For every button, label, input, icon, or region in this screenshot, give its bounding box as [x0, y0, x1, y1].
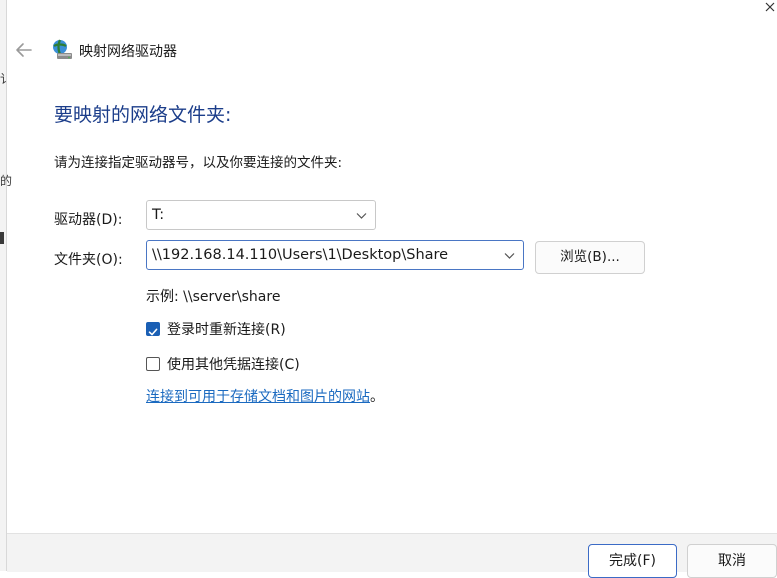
arrow-left-icon	[16, 43, 32, 57]
reconnect-checkbox[interactable]	[146, 322, 160, 336]
reconnect-checkbox-row[interactable]: 登录时重新连接(R)	[146, 319, 286, 339]
reconnect-label: 登录时重新连接(R)	[167, 322, 286, 338]
cancel-button[interactable]: 取消	[687, 544, 777, 578]
drive-select[interactable]: T:	[146, 200, 376, 230]
chevron-down-icon[interactable]	[504, 250, 515, 261]
other-credentials-checkbox[interactable]	[146, 357, 160, 371]
credentials-checkbox-row[interactable]: 使用其他凭据连接(C)	[146, 354, 300, 374]
background-window-edge: 讠 的	[0, 0, 12, 571]
background-text-fragment: 的	[0, 174, 13, 188]
chevron-down-icon	[356, 213, 367, 219]
website-storage-link[interactable]: 连接到可用于存储文档和图片的网站	[146, 389, 370, 405]
example-text: 示例: \\server\share	[146, 289, 281, 305]
window-title: 映射网络驱动器	[79, 44, 177, 60]
folder-input[interactable]: \\192.168.14.110\Users\1\Desktop\Share	[146, 240, 524, 270]
drive-label: 驱动器(D):	[54, 212, 123, 228]
close-button[interactable]	[755, 0, 777, 22]
background-text-fragment: 讠	[0, 72, 13, 86]
browse-button[interactable]: 浏览(B)...	[535, 241, 645, 274]
website-link-row: 连接到可用于存储文档和图片的网站。	[146, 386, 384, 406]
drive-select-value: T:	[152, 207, 165, 223]
network-drive-icon	[50, 38, 74, 62]
page-heading: 要映射的网络文件夹:	[54, 104, 232, 126]
back-button[interactable]	[14, 40, 34, 60]
other-credentials-label: 使用其他凭据连接(C)	[167, 357, 300, 373]
finish-button[interactable]: 完成(F)	[588, 544, 677, 578]
instruction-text: 请为连接指定驱动器号，以及你要连接的文件夹:	[54, 155, 343, 171]
folder-label: 文件夹(O):	[54, 252, 123, 268]
folder-input-value: \\192.168.14.110\Users\1\Desktop\Share	[152, 247, 449, 263]
checkmark-icon	[148, 328, 158, 336]
background-edge-mark	[0, 232, 4, 244]
link-suffix: 。	[370, 389, 384, 405]
close-icon	[765, 2, 775, 12]
